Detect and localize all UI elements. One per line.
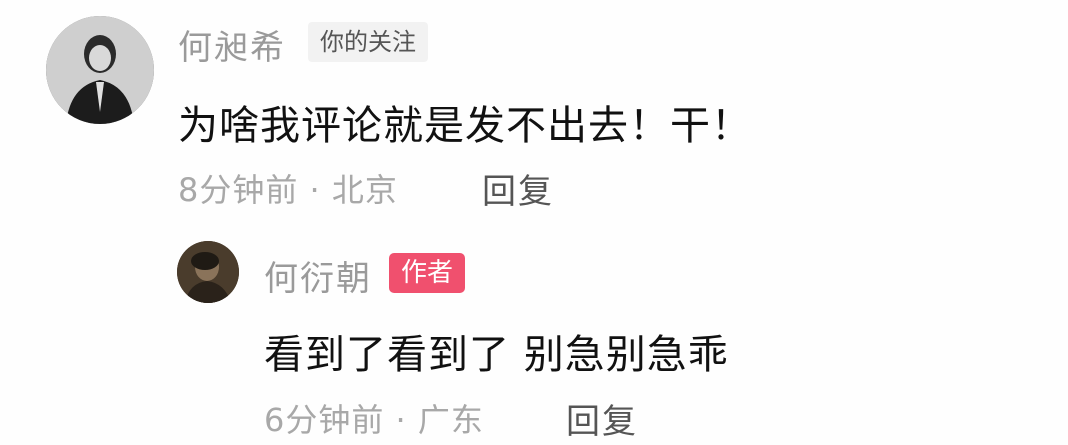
following-badge: 你的关注 xyxy=(308,22,428,62)
reply-meta: 6分钟前 · 广东 xyxy=(264,401,484,439)
reply-username[interactable]: 何衍朝 xyxy=(264,251,372,300)
comment-item: 何昶希 你的关注 为啥我评论就是发不出去！干！ 8分钟前 · 北京 回复 xyxy=(0,0,1068,230)
reply-text: 看到了看到了 别急别急乖 xyxy=(264,332,729,378)
person-avatar-icon xyxy=(177,241,239,303)
reply-button[interactable]: 回复 xyxy=(482,164,554,213)
comment-meta: 8分钟前 · 北京 xyxy=(178,171,398,209)
avatar[interactable] xyxy=(46,16,154,124)
comment-thread: 何昶希 你的关注 为啥我评论就是发不出去！干！ 8分钟前 · 北京 回复 何衍朝… xyxy=(0,0,1068,445)
person-avatar-icon xyxy=(46,16,154,124)
comment-text: 为啥我评论就是发不出去！干！ xyxy=(178,103,752,149)
reply-button[interactable]: 回复 xyxy=(566,394,638,443)
reply-avatar[interactable] xyxy=(177,241,239,303)
comment-username[interactable]: 何昶希 xyxy=(178,20,286,69)
author-badge: 作者 xyxy=(389,253,466,293)
